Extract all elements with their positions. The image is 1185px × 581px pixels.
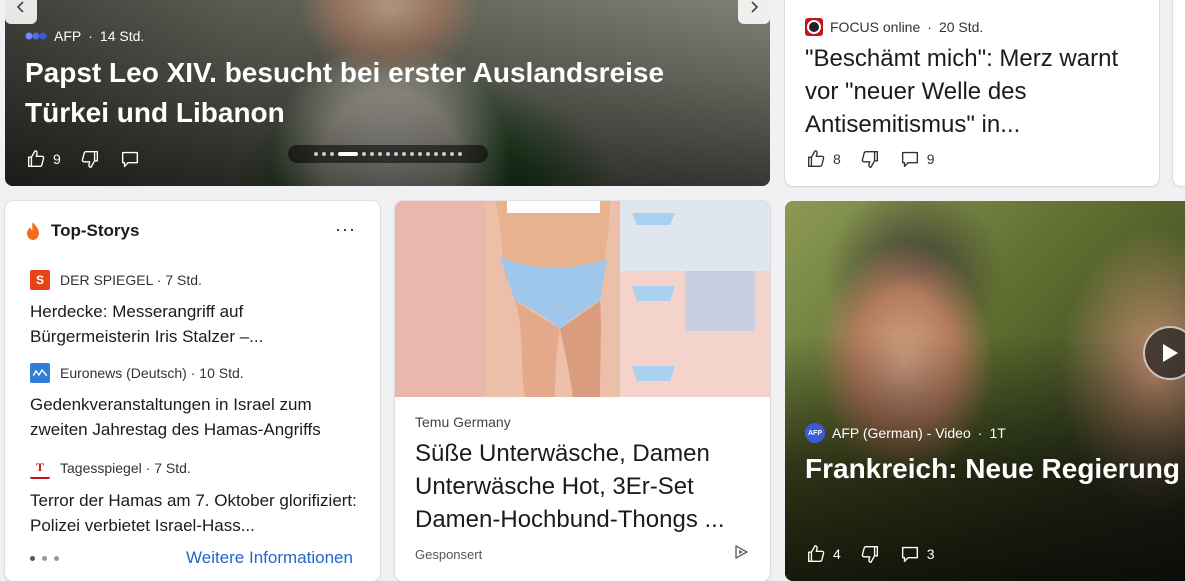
focus-headline[interactable]: "Beschämt mich": Merz warnt vor "neuer W… — [805, 42, 1145, 141]
dislike-button[interactable] — [79, 148, 101, 170]
top-stories-pager[interactable] — [30, 556, 59, 561]
focus-source-name: FOCUS online — [830, 19, 921, 35]
sponsored-card[interactable]: Temu Germany Süße Unterwäsche, Damen Unt… — [395, 201, 770, 581]
story-time: 7 Std. — [165, 272, 202, 288]
top-stories-header: Top-Storys — [25, 221, 139, 241]
comment-button[interactable]: 9 — [899, 148, 935, 170]
comment-button[interactable] — [119, 148, 141, 170]
hero-time: 14 Std. — [99, 28, 145, 44]
like-button[interactable]: 9 — [25, 148, 61, 170]
story-title[interactable]: Terror der Hamas am 7. Oktober glorifizi… — [30, 488, 365, 538]
video-news-card[interactable]: AFP AFP (German) - Video · 1T Frankreich… — [785, 201, 1185, 581]
thumbs-up-icon — [807, 545, 825, 563]
thumbs-down-icon — [861, 150, 878, 168]
like-button[interactable]: 8 — [805, 148, 841, 170]
comment-icon — [121, 151, 138, 168]
like-count: 8 — [833, 151, 841, 167]
video-actions: 4 3 — [805, 543, 953, 565]
comment-button[interactable]: 3 — [899, 543, 935, 565]
story-source: Euronews (Deutsch) — [60, 365, 187, 381]
hero-source-name: AFP — [54, 28, 82, 44]
play-icon — [1163, 344, 1178, 362]
video-source: AFP AFP (German) - Video · 1T — [805, 423, 1006, 443]
thumbs-down-icon — [861, 545, 878, 563]
thumbs-up-icon — [27, 150, 45, 168]
comment-icon — [901, 546, 918, 563]
chevron-right-icon — [751, 1, 759, 13]
afp-logo-icon — [25, 32, 47, 40]
focus-logo-icon — [805, 18, 823, 36]
top-story-item[interactable]: S DER SPIEGEL · 7 Std. Herdecke: Messera… — [30, 270, 365, 349]
carousel-indicator[interactable] — [288, 145, 488, 163]
spiegel-logo-icon: S — [30, 270, 50, 290]
dislike-button[interactable] — [859, 543, 881, 565]
video-source-name: AFP (German) - Video — [832, 425, 971, 441]
tagesspiegel-logo-icon: T — [30, 457, 50, 479]
hero-source: AFP · 14 Std. — [25, 28, 144, 44]
sponsored-label: Gesponsert — [415, 547, 483, 562]
top-stories-title: Top-Storys — [51, 221, 140, 240]
ad-choices-icon[interactable] — [733, 544, 749, 560]
story-source: DER SPIEGEL — [60, 272, 153, 288]
like-count: 9 — [53, 151, 61, 167]
next-card-edge[interactable] — [1173, 0, 1185, 186]
carousel-prev-button[interactable] — [5, 0, 37, 24]
more-info-link[interactable]: Weitere Informationen — [186, 548, 353, 568]
story-time: 7 Std. — [154, 460, 191, 476]
carousel-next-button[interactable] — [738, 0, 770, 24]
video-time: 1T — [989, 425, 1006, 441]
ad-headline[interactable]: Süße Unterwäsche, Damen Unterwäsche Hot,… — [415, 437, 760, 536]
news-card-focus[interactable]: FOCUS online · 20 Std. "Beschämt mich": … — [785, 0, 1159, 186]
fire-icon — [27, 222, 39, 240]
top-stories-card: Top-Storys ··· S DER SPIEGEL · 7 Std. He… — [5, 201, 380, 581]
hero-headline[interactable]: Papst Leo XIV. besucht bei erster Auslan… — [25, 53, 725, 133]
more-options-button[interactable]: ··· — [335, 219, 356, 240]
comment-count: 3 — [926, 546, 935, 562]
focus-time: 20 Std. — [938, 19, 984, 35]
like-button[interactable]: 4 — [805, 543, 841, 565]
ad-image — [395, 201, 770, 397]
dislike-button[interactable] — [859, 148, 881, 170]
ad-brand: Temu Germany — [415, 414, 511, 430]
thumbs-down-icon — [81, 150, 98, 168]
story-title[interactable]: Herdecke: Messerangriff auf Bürgermeiste… — [30, 299, 365, 349]
thumbs-up-icon — [807, 150, 825, 168]
story-time: 10 Std. — [199, 365, 244, 381]
top-story-item[interactable]: Euronews (Deutsch) · 10 Std. Gedenkveran… — [30, 363, 365, 442]
video-headline[interactable]: Frankreich: Neue Regierung Gesichtern — [805, 449, 1185, 489]
top-story-item[interactable]: T Tagesspiegel · 7 Std. Terror der Hamas… — [30, 457, 365, 538]
story-source: Tagesspiegel — [60, 460, 142, 476]
hero-news-card[interactable]: AFP · 14 Std. Papst Leo XIV. besucht bei… — [5, 0, 770, 186]
hero-actions: 9 — [25, 148, 159, 170]
focus-actions: 8 9 — [805, 148, 953, 170]
chevron-left-icon — [16, 1, 24, 13]
afp-logo-icon: AFP — [805, 423, 825, 443]
focus-source: FOCUS online · 20 Std. — [805, 18, 983, 36]
story-title[interactable]: Gedenkveranstaltungen in Israel zum zwei… — [30, 392, 365, 442]
like-count: 4 — [833, 546, 841, 562]
comment-count: 9 — [926, 151, 935, 167]
comment-icon — [901, 151, 918, 168]
euronews-logo-icon — [30, 363, 50, 383]
